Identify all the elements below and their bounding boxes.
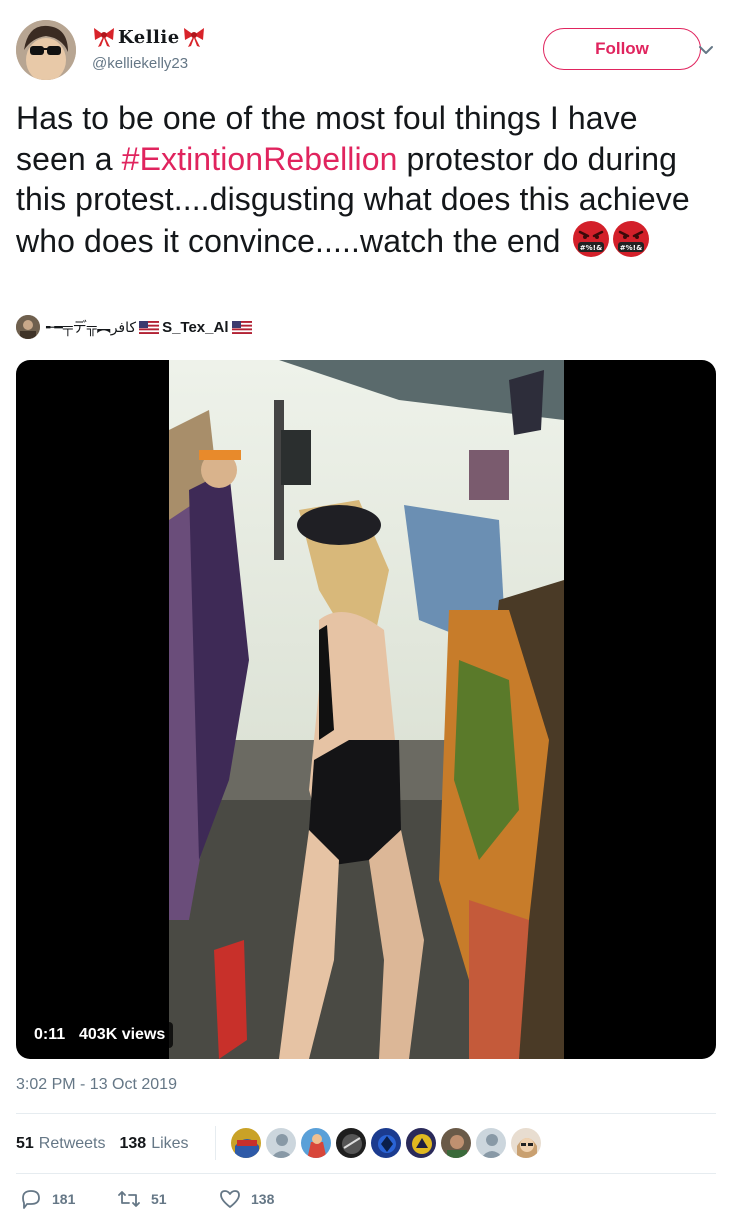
divider bbox=[16, 1173, 716, 1174]
heart-icon[interactable] bbox=[219, 1188, 241, 1210]
follow-button[interactable]: Follow bbox=[543, 28, 701, 70]
liker-avatar[interactable] bbox=[230, 1127, 262, 1159]
liker-avatar[interactable] bbox=[335, 1127, 367, 1159]
emoji-symbols-text: #%!& bbox=[579, 244, 602, 252]
liker-avatar[interactable] bbox=[370, 1127, 402, 1159]
stats-separator bbox=[215, 1126, 216, 1160]
us-flag-icon bbox=[231, 320, 252, 334]
bow-icon bbox=[94, 28, 114, 47]
mentioned-user-name[interactable]: S_Tex_Al bbox=[162, 319, 228, 336]
likes-count[interactable]: 138 bbox=[120, 1135, 147, 1153]
liker-avatar[interactable] bbox=[475, 1127, 507, 1159]
mentioned-user-avatar[interactable] bbox=[16, 315, 40, 339]
liker-avatar[interactable] bbox=[265, 1127, 297, 1159]
video-player[interactable]: 0:11 403K views bbox=[16, 360, 716, 1059]
like-count: 138 bbox=[251, 1191, 275, 1207]
retweets-count[interactable]: 51 bbox=[16, 1135, 34, 1153]
retweet-count: 51 bbox=[151, 1191, 167, 1207]
hashtag-link[interactable]: #ExtintionRebellion bbox=[122, 141, 398, 177]
likes-label[interactable]: Likes bbox=[151, 1135, 188, 1153]
us-flag-icon bbox=[139, 320, 160, 334]
mentioned-user-row[interactable]: ╾━╤デ╦︻كافر S_Tex_Al bbox=[16, 314, 255, 340]
reply-count: 181 bbox=[52, 1191, 76, 1207]
liker-avatars bbox=[230, 1127, 545, 1159]
like-action[interactable]: 138 bbox=[219, 1188, 274, 1210]
user-avatar[interactable] bbox=[16, 20, 76, 80]
tweet-stats: 51 Retweets 138 Likes bbox=[16, 1133, 203, 1155]
liker-avatar[interactable] bbox=[405, 1127, 437, 1159]
chevron-down-icon[interactable] bbox=[696, 40, 716, 60]
tweet-header: Kellie @kelliekelly23 Follow bbox=[16, 18, 719, 82]
retweet-icon[interactable] bbox=[117, 1188, 141, 1210]
symbols-face-emoji-icon: #%!& bbox=[612, 220, 649, 257]
mentioned-user-prefix: ╾━╤デ╦︻كافر bbox=[46, 319, 137, 335]
emoji-symbols-text: #%!& bbox=[619, 244, 642, 252]
retweet-action[interactable]: 51 bbox=[117, 1188, 167, 1210]
liker-avatar[interactable] bbox=[510, 1127, 542, 1159]
display-name: Kellie bbox=[118, 26, 180, 48]
liker-avatar[interactable] bbox=[300, 1127, 332, 1159]
reply-icon[interactable] bbox=[20, 1188, 42, 1210]
liker-avatar[interactable] bbox=[440, 1127, 472, 1159]
video-frame bbox=[169, 360, 564, 1059]
user-handle[interactable]: @kelliekelly23 bbox=[92, 55, 188, 72]
tweet-timestamp[interactable]: 3:02 PM - 13 Oct 2019 bbox=[16, 1076, 177, 1094]
reply-action[interactable]: 181 bbox=[20, 1188, 75, 1210]
tweet-text: Has to be one of the most foul things I … bbox=[16, 98, 716, 261]
retweets-label[interactable]: Retweets bbox=[39, 1135, 106, 1153]
display-name-row[interactable]: Kellie bbox=[92, 22, 206, 52]
symbols-face-emoji-icon: #%!& bbox=[572, 220, 609, 257]
video-duration: 0:11 bbox=[26, 1022, 74, 1048]
video-views: 403K views bbox=[71, 1022, 174, 1048]
divider bbox=[16, 1113, 716, 1114]
bow-icon bbox=[183, 28, 204, 47]
